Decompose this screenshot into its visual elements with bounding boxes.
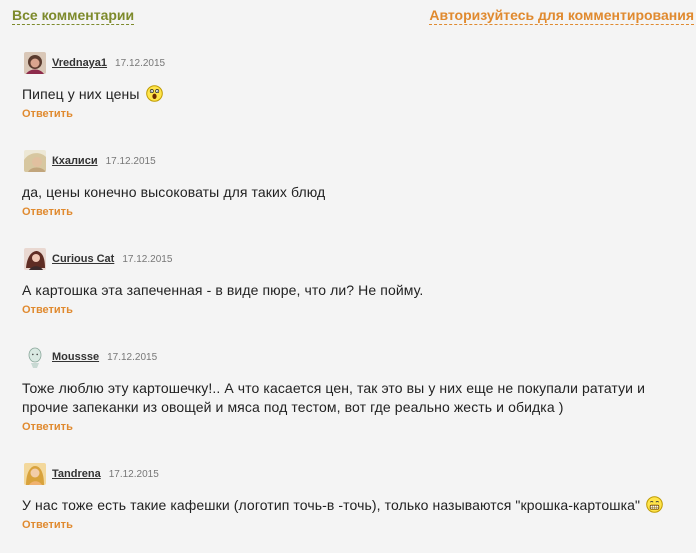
auth-for-comment-link[interactable]: Авторизуйтесь для комментирования <box>429 7 694 25</box>
comment-meta: Tandrena 17.12.2015 <box>22 461 690 487</box>
comment-spacer <box>22 122 690 148</box>
comments-page: Все комментарии Авторизуйтесь для коммен… <box>0 0 696 553</box>
comment-author[interactable]: Curious Cat <box>52 253 114 265</box>
comment-body: Тоже люблю эту картошечку!.. А что касае… <box>22 380 645 415</box>
comment-meta: Vrednaya1 17.12.2015 <box>22 50 690 76</box>
comment-body: Пипец у них цены <box>22 86 140 102</box>
user-avatar[interactable] <box>24 346 46 368</box>
comment-meta: Moussse 17.12.2015 <box>22 344 690 370</box>
comment-author[interactable]: Moussse <box>52 351 99 363</box>
reply-link[interactable]: Ответить <box>22 206 73 218</box>
comment-item: Кхалиси 17.12.2015 да, цены конечно высо… <box>22 148 690 220</box>
reply-link[interactable]: Ответить <box>22 304 73 316</box>
comment-text: А картошка эта запеченная - в виде пюре,… <box>22 281 690 300</box>
comment-spacer <box>22 220 690 246</box>
user-avatar[interactable] <box>24 248 46 270</box>
comment-meta: Curious Cat 17.12.2015 <box>22 246 690 272</box>
comment-item: Vrednaya1 17.12.2015 Пипец у них цены От… <box>22 50 690 122</box>
grinning-emoji-icon <box>646 496 663 513</box>
comment-date: 17.12.2015 <box>107 351 158 363</box>
shocked-emoji-icon <box>145 85 163 102</box>
comments-list: Vrednaya1 17.12.2015 Пипец у них цены От… <box>22 50 690 533</box>
comment-text: Пипец у них цены <box>22 85 690 104</box>
comment-body: У нас тоже есть такие кафешки (логотип т… <box>22 497 641 513</box>
comment-author[interactable]: Кхалиси <box>52 155 98 167</box>
comment-author[interactable]: Tandrena <box>52 468 101 480</box>
user-avatar[interactable] <box>24 52 46 74</box>
comment-date: 17.12.2015 <box>122 253 173 265</box>
comment-date: 17.12.2015 <box>105 155 156 167</box>
comment-date: 17.12.2015 <box>115 57 166 69</box>
all-comments-link[interactable]: Все комментарии <box>12 7 135 25</box>
comment-spacer <box>22 318 690 344</box>
comment-item: Curious Cat 17.12.2015 А картошка эта за… <box>22 246 690 318</box>
comment-item: Tandrena 17.12.2015 У нас тоже есть таки… <box>22 461 690 533</box>
comment-meta: Кхалиси 17.12.2015 <box>22 148 690 174</box>
reply-link[interactable]: Ответить <box>22 519 73 531</box>
comment-text: да, цены конечно высоковаты для таких бл… <box>22 183 690 202</box>
comment-text: У нас тоже есть такие кафешки (логотип т… <box>22 496 690 515</box>
comment-body: да, цены конечно высоковаты для таких бл… <box>22 184 326 200</box>
comment-spacer <box>22 435 690 461</box>
comment-item: Moussse 17.12.2015 Тоже люблю эту картош… <box>22 344 690 435</box>
comment-body: А картошка эта запеченная - в виде пюре,… <box>22 282 424 298</box>
reply-link[interactable]: Ответить <box>22 108 73 120</box>
comments-header: Все комментарии Авторизуйтесь для коммен… <box>0 0 696 34</box>
comment-date: 17.12.2015 <box>108 468 159 480</box>
comment-author[interactable]: Vrednaya1 <box>52 57 107 69</box>
comment-text: Тоже люблю эту картошечку!.. А что касае… <box>22 379 690 417</box>
user-avatar[interactable] <box>24 463 46 485</box>
user-avatar[interactable] <box>24 150 46 172</box>
reply-link[interactable]: Ответить <box>22 421 73 433</box>
